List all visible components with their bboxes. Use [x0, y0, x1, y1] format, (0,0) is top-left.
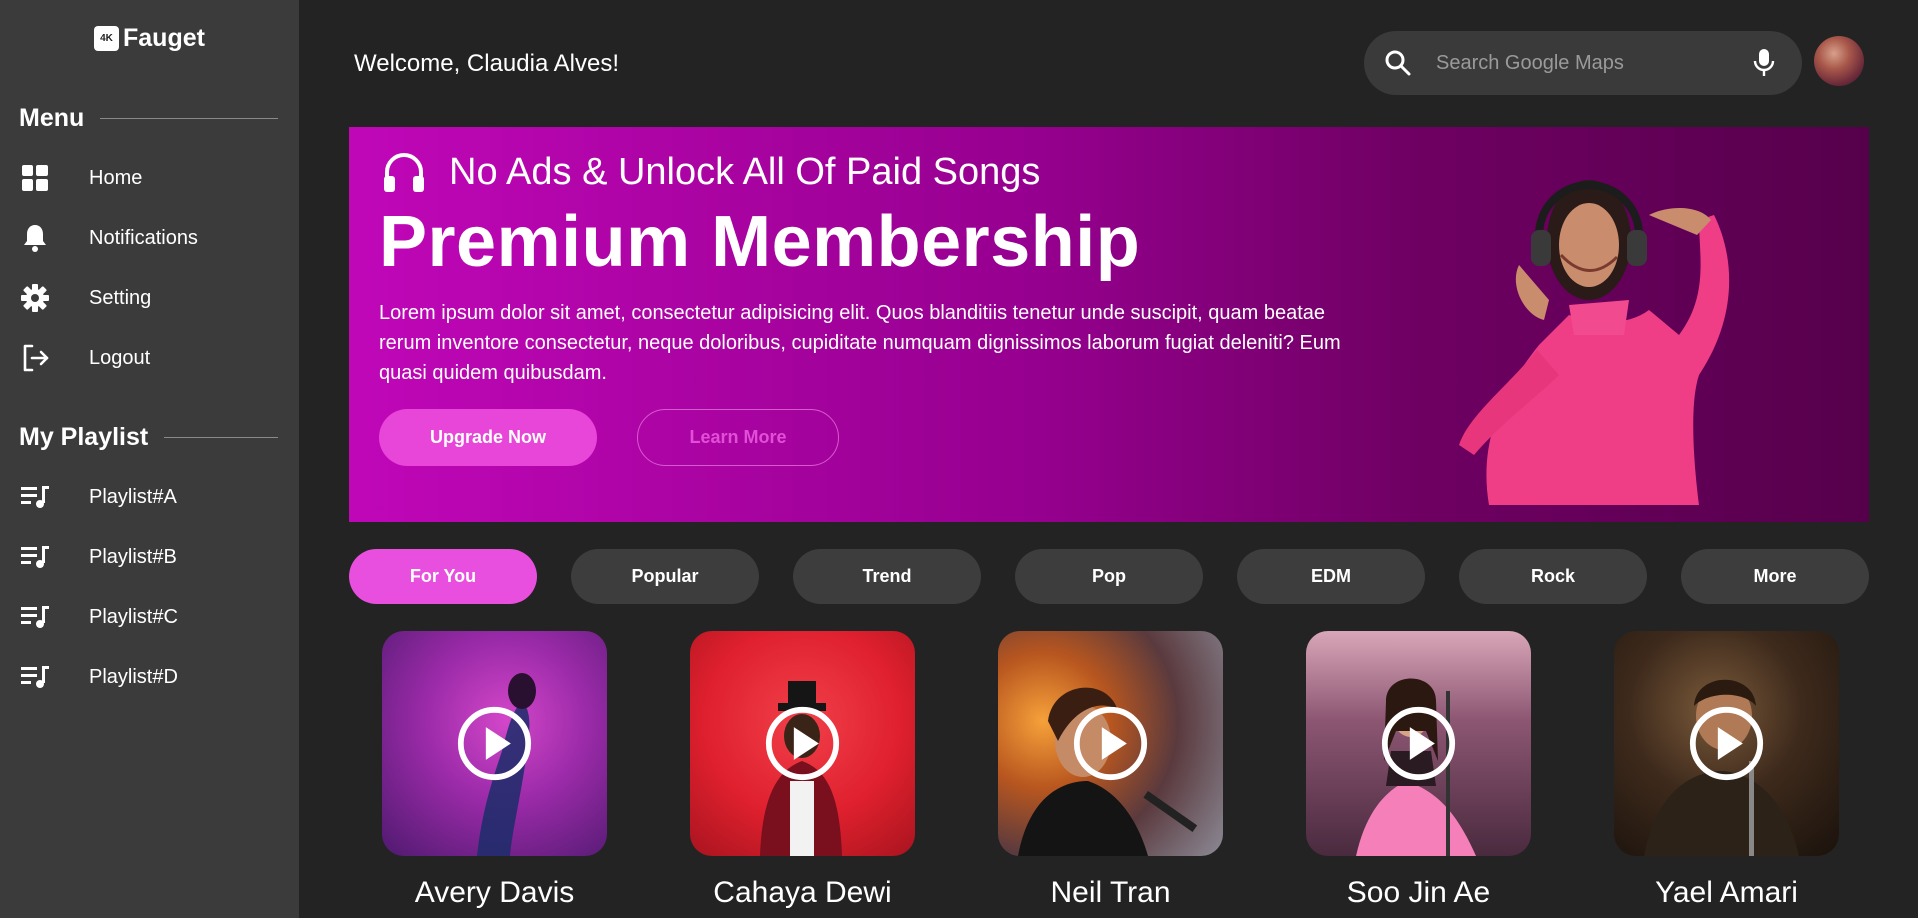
menu-title: Menu [19, 104, 85, 132]
artist-name: Soo Jin Ae [1346, 876, 1491, 909]
tab-trend[interactable]: Trend [793, 549, 981, 604]
dashboard-icon [19, 162, 51, 194]
bell-icon [19, 222, 51, 254]
play-icon[interactable] [1688, 705, 1765, 782]
playlist-section-title: My Playlist [19, 423, 278, 452]
sidebar-item-label: Playlist#D [89, 665, 178, 688]
logout-icon [19, 342, 51, 374]
tab-pop[interactable]: Pop [1015, 549, 1203, 604]
artist-card-avery-davis[interactable] [382, 631, 607, 856]
learn-more-button[interactable]: Learn More [637, 409, 839, 466]
search-input[interactable] [1436, 43, 1736, 83]
tab-for-you[interactable]: For You [349, 549, 537, 604]
play-icon[interactable] [764, 705, 841, 782]
artist-card-soo-jin-ae[interactable] [1306, 631, 1531, 856]
welcome-text: Welcome, Claudia Alves! [354, 50, 620, 77]
app-logo[interactable]: 4K Fauget [94, 24, 205, 53]
sidebar-item-label: Notifications [89, 226, 198, 249]
logo-badge: 4K [94, 26, 119, 51]
play-icon[interactable] [456, 705, 533, 782]
artist-name: Cahaya Dewi [713, 876, 892, 909]
sidebar-item-label: Setting [89, 286, 152, 309]
user-avatar[interactable] [1814, 36, 1864, 86]
banner-title: Premium Membership [379, 202, 1141, 282]
artist-card-yael-amari[interactable] [1614, 631, 1839, 856]
sidebar-item-playlist-b[interactable]: Playlist#B [19, 535, 279, 579]
tab-popular[interactable]: Popular [571, 549, 759, 604]
artist-card-neil-tran[interactable] [998, 631, 1223, 856]
headphones-icon [384, 153, 424, 192]
playlist-icon [19, 541, 51, 573]
tab-edm[interactable]: EDM [1237, 549, 1425, 604]
playlist-icon [19, 661, 51, 693]
sidebar-item-label: Logout [89, 346, 151, 369]
sidebar-item-label: Playlist#B [89, 545, 177, 568]
artist-name: Avery Davis [414, 876, 575, 909]
sidebar-item-label: Home [89, 166, 143, 189]
divider [164, 437, 278, 438]
search-bar[interactable] [1364, 31, 1802, 95]
play-icon[interactable] [1380, 705, 1457, 782]
divider [100, 118, 278, 119]
playlist-icon [19, 481, 51, 513]
sidebar-item-playlist-c[interactable]: Playlist#C [19, 595, 279, 639]
artist-name: Neil Tran [1050, 876, 1171, 909]
microphone-icon[interactable] [1748, 47, 1780, 79]
artist-card-cahaya-dewi[interactable] [690, 631, 915, 856]
sidebar-item-logout[interactable]: Logout [19, 336, 279, 380]
upgrade-now-button[interactable]: Upgrade Now [379, 409, 597, 466]
tab-more[interactable]: More [1681, 549, 1869, 604]
banner-description: Lorem ipsum dolor sit amet, consectetur … [379, 302, 1341, 384]
sidebar-item-notifications[interactable]: Notifications [19, 216, 279, 260]
playlist-icon [19, 601, 51, 633]
sidebar-item-playlist-a[interactable]: Playlist#A [19, 475, 279, 519]
tab-rock[interactable]: Rock [1459, 549, 1647, 604]
search-icon [1382, 47, 1414, 79]
banner-subtitle-row: No Ads & Unlock All Of Paid Songs [381, 149, 1040, 195]
sidebar-item-home[interactable]: Home [19, 156, 279, 200]
banner-subtitle: No Ads & Unlock All Of Paid Songs [449, 150, 1041, 193]
playlist-title: My Playlist [19, 423, 149, 451]
woman-with-headphones-image [1459, 180, 1730, 505]
play-icon[interactable] [1072, 705, 1149, 782]
logo-text: Fauget [123, 24, 205, 52]
sidebar-item-label: Playlist#C [89, 605, 178, 628]
menu-section-title: Menu [19, 104, 278, 133]
sidebar-item-label: Playlist#A [89, 485, 177, 508]
gear-icon [19, 282, 51, 314]
sidebar: 4K Fauget Menu Home Notifications Settin… [0, 0, 299, 918]
sidebar-item-setting[interactable]: Setting [19, 276, 279, 320]
premium-banner: No Ads & Unlock All Of Paid Songs Premiu… [349, 127, 1869, 522]
sidebar-item-playlist-d[interactable]: Playlist#D [19, 655, 279, 699]
artist-name: Yael Amari [1655, 876, 1798, 909]
